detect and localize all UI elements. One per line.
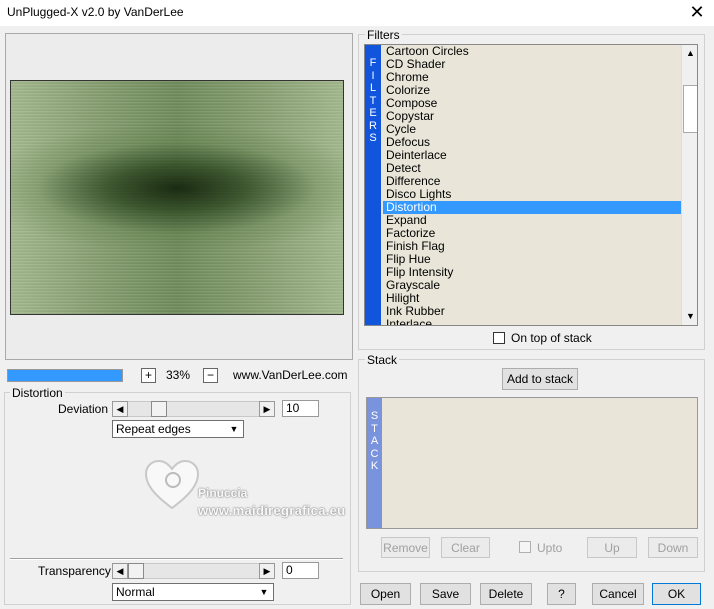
deviation-slider-track[interactable] — [128, 401, 259, 417]
transparency-slider-thumb[interactable] — [128, 563, 144, 579]
deviation-slider-thumb[interactable] — [151, 401, 167, 417]
strip-letter: L — [369, 82, 377, 94]
on-top-checkbox[interactable] — [493, 332, 505, 344]
watermark-name: Pinuccia — [198, 486, 248, 500]
blend-mode-value: Normal — [116, 585, 155, 599]
down-button[interactable]: Down — [648, 537, 698, 558]
filters-strip: FILTERS — [365, 45, 381, 325]
deviation-decrease-arrow-icon[interactable]: ◀ — [112, 401, 128, 417]
filter-list-item[interactable]: Copystar — [383, 110, 681, 123]
chevron-down-icon: ▼ — [229, 424, 239, 434]
transparency-increase-arrow-icon[interactable]: ▶ — [259, 563, 275, 579]
stack-strip: STACK — [367, 398, 382, 528]
stack-group-label: Stack — [365, 353, 400, 367]
cancel-button[interactable]: Cancel — [592, 583, 644, 605]
filter-scrollbar[interactable]: ▲ ▼ — [681, 45, 697, 325]
filter-list-item[interactable]: Grayscale — [383, 279, 681, 292]
transparency-decrease-arrow-icon[interactable]: ◀ — [112, 563, 128, 579]
ok-button[interactable]: OK — [652, 583, 701, 605]
add-to-stack-button[interactable]: Add to stack — [502, 368, 578, 390]
distortion-group-label: Distortion — [10, 386, 65, 400]
scroll-down-icon[interactable]: ▼ — [682, 308, 697, 325]
transparency-slider-track[interactable] — [128, 563, 259, 579]
upto-label: Upto — [537, 541, 563, 555]
delete-button[interactable]: Delete — [480, 583, 532, 605]
watermark-url: www.maidiregrafica.eu — [198, 503, 346, 518]
strip-letter: A — [370, 435, 379, 447]
stack-list[interactable]: STACK — [366, 397, 698, 529]
strip-letter: T — [371, 422, 378, 435]
save-button[interactable]: Save — [420, 583, 471, 605]
on-top-label: On top of stack — [511, 331, 592, 345]
transparency-label: Transparency — [38, 564, 111, 578]
up-button[interactable]: Up — [587, 537, 637, 558]
filters-group-label: Filters — [365, 28, 402, 42]
zoom-in-button[interactable]: + — [141, 368, 156, 383]
filter-list-items: Cartoon Circles CD Shader Chrome Colorize Co… — [383, 45, 681, 326]
progress-bar — [7, 369, 123, 382]
deviation-value-field[interactable]: 10 — [282, 400, 319, 417]
upto-checkbox[interactable] — [519, 541, 531, 553]
deviation-increase-arrow-icon[interactable]: ▶ — [259, 401, 275, 417]
help-button[interactable]: ? — [547, 583, 576, 605]
filter-list-item[interactable]: Deinterlace — [383, 149, 681, 162]
filter-list[interactable]: FILTERS Cartoon Circles CD Shader Chrome Co… — [364, 44, 698, 326]
strip-letter: T — [369, 94, 377, 107]
strip-letter: S — [370, 410, 379, 422]
filter-list-item[interactable]: Interlace — [383, 318, 681, 326]
divider — [10, 558, 343, 560]
remove-button[interactable]: Remove — [381, 537, 430, 558]
scroll-up-icon[interactable]: ▲ — [682, 45, 697, 62]
heart-logo-icon — [144, 459, 200, 510]
zoom-level: 33% — [166, 368, 191, 382]
edge-mode-value: Repeat edges — [116, 422, 191, 436]
strip-letter: E — [369, 107, 377, 119]
transparency-value-field[interactable]: 0 — [282, 562, 319, 579]
filter-list-item[interactable]: Distortion — [383, 201, 681, 214]
preview-image[interactable] — [10, 80, 344, 315]
clear-button[interactable]: Clear — [441, 537, 490, 558]
strip-letter: S — [369, 132, 377, 144]
strip-letter: R — [369, 119, 377, 132]
deviation-label: Deviation — [58, 402, 109, 416]
blend-mode-select[interactable]: Normal ▼ — [112, 583, 274, 601]
strip-letter: C — [370, 447, 379, 460]
progress-fill — [8, 370, 122, 381]
window-title: UnPlugged-X v2.0 by VanDerLee — [7, 5, 184, 19]
website-link[interactable]: www.VanDerLee.com — [233, 368, 348, 382]
strip-letter: I — [371, 69, 375, 82]
strip-letter: F — [369, 57, 377, 69]
edge-mode-select[interactable]: Repeat edges ▼ — [112, 420, 244, 438]
zoom-out-button[interactable]: − — [203, 368, 218, 383]
close-icon[interactable]: ✕ — [686, 2, 708, 22]
open-button[interactable]: Open — [360, 583, 411, 605]
chevron-down-icon: ▼ — [259, 587, 269, 597]
strip-letter: K — [370, 460, 379, 472]
scroll-thumb[interactable] — [683, 85, 697, 133]
